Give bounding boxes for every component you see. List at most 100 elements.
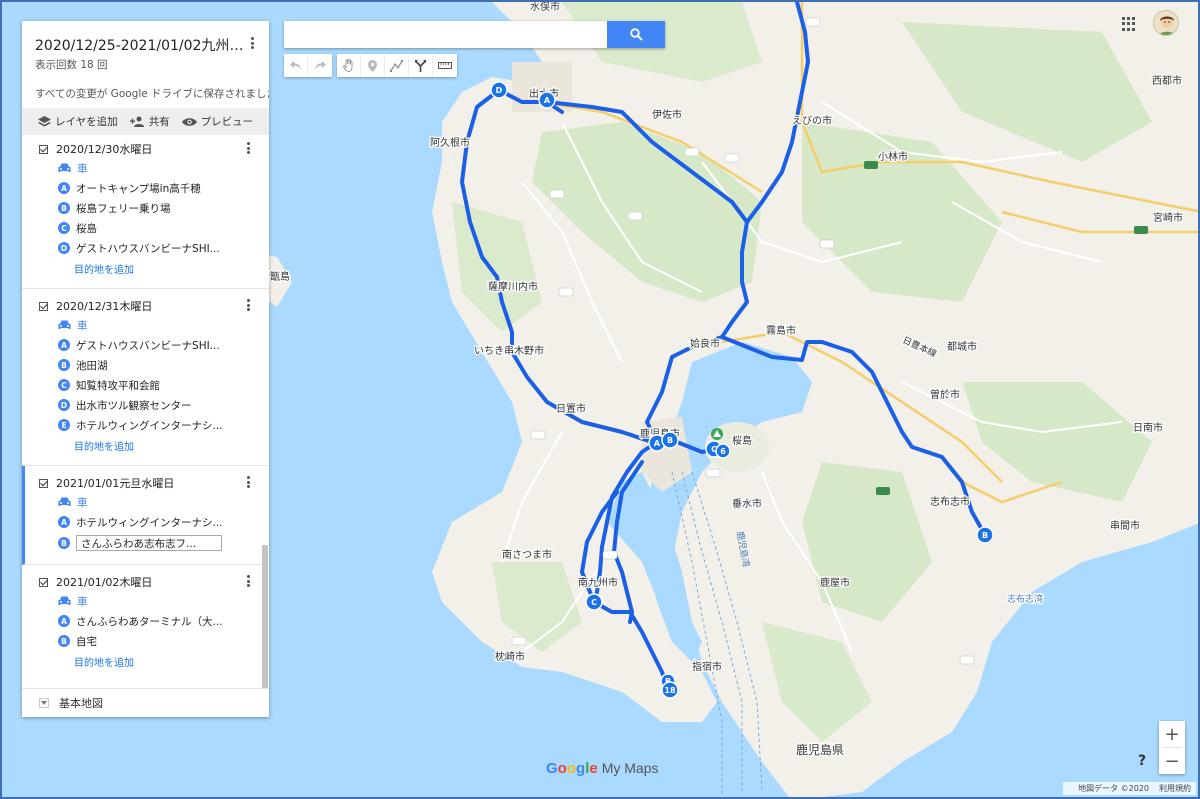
svg-text:B: B [982,531,988,540]
marker-c[interactable]: C [585,593,603,611]
terms-link[interactable]: 利用規約 [1159,783,1191,794]
stop-name: ホテルウィングインターナシ... [76,419,223,432]
add-person-icon [129,116,144,127]
place-label: 伊佐市 [652,108,682,121]
route-stop[interactable]: A オートキャンプ場in高千穂 [22,178,269,198]
layer-header: 2020/12/30水曜日 [22,141,269,157]
stop-name: さんふらわあターミナル（大... [76,615,223,628]
route-stop[interactable]: B 池田湖 [22,355,269,375]
layer-header: 2021/01/01元旦水曜日 [25,475,269,491]
route-stop[interactable]: B 桜島フェリー乗り場 [22,198,269,218]
zoom-in-button[interactable]: + [1159,721,1185,747]
layer-visibility-checkbox[interactable] [39,144,48,154]
add-destination-link[interactable]: 目的地を追加 [22,435,269,455]
svg-text:D: D [496,86,503,95]
search-button[interactable] [607,21,665,48]
layer-options-button[interactable] [241,573,255,589]
layer-title[interactable]: 2021/01/01元旦水曜日 [56,475,174,491]
travel-mode[interactable]: 車 [22,591,269,611]
stop-letter-badge: B [58,537,70,549]
travel-mode[interactable]: 車 [22,315,269,335]
measure-button[interactable] [433,54,457,77]
travel-mode[interactable]: 車 [25,492,269,512]
layer-title[interactable]: 2020/12/31木曜日 [56,298,152,314]
tools-group [337,54,457,77]
car-icon [58,320,71,329]
stop-letter-badge: B [58,202,70,214]
zoom-controls: + − [1159,721,1185,774]
car-icon [58,596,71,605]
add-directions-button[interactable] [409,54,433,77]
layer-visibility-checkbox[interactable] [39,478,48,488]
layer-options-button[interactable] [241,474,255,490]
travel-mode[interactable]: 車 [22,158,269,178]
place-label: 西都市 [1152,74,1182,87]
expand-icon[interactable] [39,698,49,708]
marker-b[interactable]: B [661,431,679,449]
route-stop[interactable]: D ゲストハウスバンビーナSHI... [22,238,269,258]
route-stop[interactable]: B 自宅 [22,631,269,651]
search-input[interactable] [284,21,606,48]
add-destination-link[interactable]: 目的地を追加 [22,258,269,278]
pan-tool-button[interactable] [337,54,361,77]
draw-line-button[interactable] [385,54,409,77]
route-stop[interactable]: E ホテルウィングインターナシ... [22,415,269,435]
share-label: 共有 [148,116,170,128]
place-label: 串間市 [1110,519,1140,532]
route-stop[interactable]: A ゲストハウスバンビーナSHI... [22,335,269,355]
stop-letter-badge: E [58,419,70,431]
zoom-out-button[interactable]: − [1159,748,1185,774]
add-marker-button[interactable] [361,54,385,77]
help-button[interactable]: ? [1133,752,1151,770]
marker-d[interactable]: D [490,81,508,99]
travel-mode-label: 車 [77,595,88,608]
route-stop[interactable]: C 知覧特攻平和会館 [22,375,269,395]
panel-header: 2020/12/25-2021/01/02九州横断... 表示回数 18 回 す… [22,21,269,108]
add-layer-button[interactable]: レイヤを追加 [38,114,118,129]
search-icon [629,28,643,41]
map-title[interactable]: 2020/12/25-2021/01/02九州横断... [35,35,245,55]
layer-header: 2021/01/02木曜日 [22,574,269,590]
route-stop-editing[interactable]: B [25,532,269,554]
base-map-layer[interactable]: 基本地図 [22,688,269,717]
map-data-credit: 地図データ ©2020 [1078,784,1149,793]
preview-button[interactable]: プレビュー [181,114,253,129]
map-options-button[interactable] [245,35,259,51]
apps-grid-icon[interactable] [1122,17,1136,31]
layer-visibility-checkbox[interactable] [39,577,48,587]
layer-visibility-checkbox[interactable] [39,301,48,311]
route-stop[interactable]: C 桜島 [22,218,269,238]
stop-name-input[interactable] [76,535,222,551]
route-stop[interactable]: A ホテルウィングインターナシ... [25,512,269,532]
marker-cluster-6[interactable]: 6 [715,443,731,459]
view-count: 表示回数 18 回 [35,59,108,71]
stop-name: 知覧特攻平和会館 [76,379,160,392]
draw-line-icon [390,59,403,72]
undo-button[interactable] [284,54,308,77]
place-label: 志布志湾 [1007,593,1043,605]
marker-b[interactable]: B [976,526,994,544]
stop-name: ゲストハウスバンビーナSHI... [76,242,220,255]
marker-cluster-18[interactable]: 18 [661,681,679,699]
layer-options-button[interactable] [241,140,255,156]
car-icon [58,497,71,506]
svg-text:C: C [591,598,597,607]
route-stop[interactable]: D 出水市ツル観察センター [22,395,269,415]
layer-title[interactable]: 2020/12/30水曜日 [56,141,152,157]
avatar[interactable] [1153,10,1179,36]
redo-button[interactable] [308,54,332,77]
search-box [284,21,665,48]
share-button[interactable]: 共有 [129,114,170,129]
layer-title[interactable]: 2021/01/02木曜日 [56,574,152,590]
layer-options-button[interactable] [241,297,255,313]
add-destination-link[interactable]: 目的地を追加 [22,651,269,671]
stop-name: 自宅 [76,635,97,648]
marker-a[interactable]: A [538,91,556,109]
stop-name: ホテルウィングインターナシ... [76,516,223,529]
place-label: 志布志市 [930,495,970,508]
route-stop[interactable]: A さんふらわあターミナル（大... [22,611,269,631]
car-icon [58,163,71,172]
directions-icon [415,59,426,72]
google-my-maps-logo: Google My Maps [546,760,659,777]
stop-letter-badge: D [58,399,70,411]
